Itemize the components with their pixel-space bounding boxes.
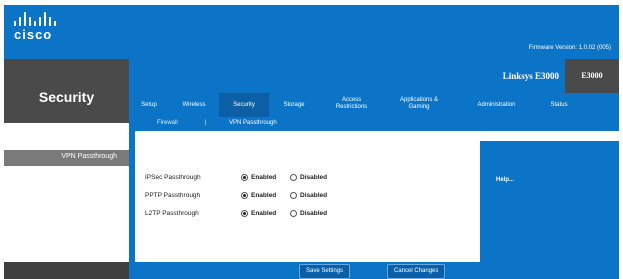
vpn-settings-form: IPSec Passthrough Enabled Disabled PPTP …	[135, 141, 480, 262]
vpn-passthrough-label-text: VPN Passthrough	[61, 153, 117, 160]
tab-status[interactable]: Status	[539, 93, 579, 117]
cisco-logo: cisco	[14, 12, 56, 42]
pptp-label: PPTP Passthrough	[145, 192, 201, 199]
product-bar: Linksys E3000 E3000	[129, 59, 619, 93]
tab-setup[interactable]: Setup	[129, 93, 169, 117]
save-settings-button[interactable]: Save Settings	[299, 264, 351, 279]
cancel-changes-button[interactable]: Cancel Changes	[387, 264, 446, 279]
tab-access-restrictions[interactable]: Access Restrictions	[319, 93, 384, 117]
pptp-disabled-radio[interactable]	[290, 192, 297, 199]
ipsec-disabled-radio[interactable]	[290, 174, 297, 181]
subtab-separator: |	[205, 120, 207, 126]
ipsec-enabled-label: Enabled	[251, 174, 277, 181]
header-bar: cisco Firmware Version: 1.0.02 (005)	[4, 5, 619, 59]
pptp-enabled-radio[interactable]	[241, 192, 248, 199]
vpn-passthrough-section-label: VPN Passthrough	[4, 150, 129, 166]
tab-wireless[interactable]: Wireless	[169, 93, 219, 117]
tab-applications-gaming[interactable]: Applications & Gaming	[384, 93, 454, 117]
section-header: Security	[4, 59, 129, 123]
model-box: E3000	[565, 59, 619, 93]
firmware-version: Firmware Version: 1.0.02 (005)	[528, 45, 611, 51]
help-link[interactable]: Help...	[496, 177, 514, 183]
action-bar: Save Settings Cancel Changes	[129, 262, 619, 279]
tab-security[interactable]: Security	[219, 93, 269, 117]
ipsec-enabled-radio[interactable]	[241, 174, 248, 181]
model-number: E3000	[581, 71, 603, 80]
help-panel: Help...	[480, 141, 619, 262]
router-admin-page: cisco Firmware Version: 1.0.02 (005) Sec…	[0, 0, 623, 279]
pptp-disabled-label: Disabled	[300, 192, 328, 199]
section-title: Security	[38, 89, 95, 105]
cisco-bars-icon	[14, 12, 56, 26]
ipsec-label: IPSec Passthrough	[145, 174, 201, 181]
pptp-enabled-label: Enabled	[251, 192, 277, 199]
product-name: Linksys E3000	[502, 71, 559, 81]
l2tp-enabled-label: Enabled	[251, 210, 277, 217]
l2tp-disabled-radio[interactable]	[290, 210, 297, 217]
sub-tabs: Firewall | VPN Passthrough	[129, 117, 619, 131]
l2tp-disabled-label: Disabled	[300, 210, 328, 217]
tab-storage[interactable]: Storage	[269, 93, 319, 117]
l2tp-label: L2TP Passthrough	[145, 210, 199, 217]
ipsec-disabled-label: Disabled	[300, 174, 328, 181]
tab-administration[interactable]: Administration	[454, 93, 539, 117]
main-tabs: Setup Wireless Security Storage Access R…	[129, 93, 619, 117]
left-bottom-bar	[4, 262, 129, 279]
l2tp-enabled-radio[interactable]	[241, 210, 248, 217]
left-spacer	[4, 123, 129, 150]
cisco-wordmark: cisco	[14, 27, 53, 42]
subtab-vpn-passthrough[interactable]: VPN Passthrough	[229, 120, 277, 126]
subtab-firewall[interactable]: Firewall	[157, 120, 178, 126]
